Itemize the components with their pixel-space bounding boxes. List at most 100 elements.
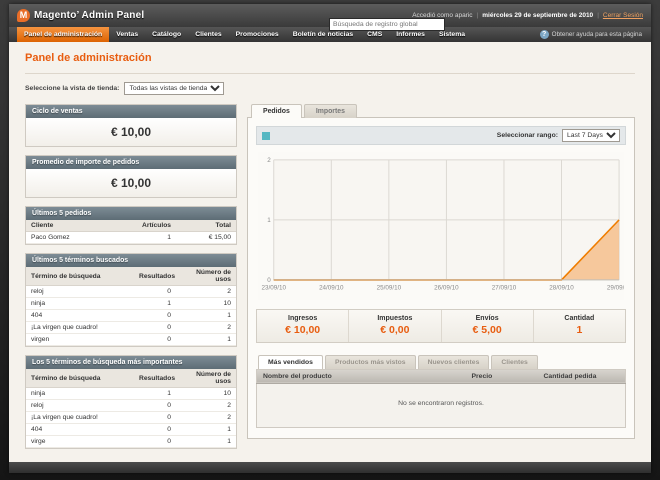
table-cell: € 15,00 bbox=[176, 231, 236, 244]
card-average-orders: Promedio de importe de pedidos € 10,00 bbox=[25, 155, 237, 198]
products-tabs: Más vendidos Productos más vistos Nuevos… bbox=[256, 354, 626, 369]
column-header: Cliente bbox=[26, 220, 134, 232]
tab-productos-mas-vistos[interactable]: Productos más vistos bbox=[324, 354, 416, 369]
nav-item-catalogo[interactable]: Catálogo bbox=[145, 27, 188, 42]
column-header: Resultados bbox=[134, 267, 176, 286]
series-legend-swatch bbox=[262, 131, 270, 140]
column-header: Número de usos bbox=[176, 369, 236, 388]
average-orders-value: € 10,00 bbox=[26, 169, 236, 197]
table-cell: 0 bbox=[134, 435, 176, 448]
table-cell: 2 bbox=[176, 399, 236, 412]
card-title: Últimos 5 términos buscados bbox=[26, 254, 236, 267]
column-header: Precio bbox=[465, 369, 538, 384]
stat-value: € 5,00 bbox=[472, 323, 502, 336]
svg-text:25/09/10: 25/09/10 bbox=[377, 285, 402, 292]
svg-text:2: 2 bbox=[267, 157, 271, 164]
svg-text:1: 1 bbox=[267, 217, 271, 224]
global-search-input[interactable] bbox=[329, 18, 445, 31]
nav-item-clientes[interactable]: Clientes bbox=[188, 27, 228, 42]
stat-ingresos: Ingresos € 10,00 bbox=[257, 310, 348, 342]
svg-text:24/09/10: 24/09/10 bbox=[319, 285, 344, 292]
top-search-table: Término de búsqueda Resultados Número de u… bbox=[26, 369, 236, 448]
card-lifetime-sales: Ciclo de ventas € 10,00 bbox=[25, 104, 237, 147]
tab-nuevos-clientes[interactable]: Nuevos clientes bbox=[417, 354, 490, 369]
svg-text:28/09/10: 28/09/10 bbox=[549, 285, 574, 292]
table-cell: 404 bbox=[26, 423, 134, 436]
table-row: virgen 0 1 bbox=[26, 333, 236, 346]
orders-chart-wrap: 0 1 2 23/09/10 24/09/10 25/09/10 26/09/10 27/09… bbox=[256, 150, 626, 300]
table-cell: 1 bbox=[176, 423, 236, 436]
table-cell: 0 bbox=[134, 333, 176, 346]
column-header: Total bbox=[176, 220, 236, 232]
table-cell: 1 bbox=[176, 333, 236, 346]
column-header: Término de búsqueda bbox=[26, 267, 134, 286]
stat-label: Envíos bbox=[475, 314, 499, 322]
table-cell: 10 bbox=[176, 297, 236, 310]
store-view-select[interactable]: Todas las vistas de tienda bbox=[124, 82, 225, 95]
table-cell: reloj bbox=[26, 285, 134, 298]
stat-value: € 0,00 bbox=[380, 323, 410, 336]
table-row: 404 0 1 bbox=[26, 309, 236, 322]
table-cell: 10 bbox=[176, 387, 236, 400]
table-cell: 2 bbox=[176, 285, 236, 298]
card-title: Promedio de importe de pedidos bbox=[26, 156, 236, 169]
help-label: Obtener ayuda para esta página bbox=[551, 31, 642, 38]
stat-label: Cantidad bbox=[564, 314, 595, 322]
range-select[interactable]: Last 7 Days bbox=[562, 129, 620, 142]
table-cell: 2 bbox=[176, 321, 236, 334]
browser-frame: M Magento’ Admin Panel Accedió como apar… bbox=[0, 0, 660, 480]
stat-impuestos: Impuestos € 0,00 bbox=[348, 309, 440, 342]
svg-text:27/09/10: 27/09/10 bbox=[492, 285, 517, 292]
svg-text:23/09/10: 23/09/10 bbox=[262, 285, 287, 292]
nav-item-panel-administracion[interactable]: Panel de administración bbox=[17, 27, 110, 42]
help-link[interactable]: ? Obtener ayuda para esta página bbox=[539, 27, 651, 42]
nav-item-ventas[interactable]: Ventas bbox=[109, 27, 145, 42]
magento-logo-icon: M bbox=[17, 9, 30, 22]
card-top-search-terms: Los 5 términos de búsqueda más important… bbox=[25, 355, 237, 449]
orders-area-chart: 0 1 2 23/09/10 24/09/10 25/09/10 26/09/10 27/09… bbox=[258, 152, 624, 300]
stat-label: Impuestos bbox=[377, 314, 413, 322]
column-header: Artículos bbox=[134, 220, 176, 232]
table-row: ninja 1 10 bbox=[26, 387, 236, 400]
table-cell: 0 bbox=[134, 411, 176, 424]
stat-value: 1 bbox=[576, 323, 583, 336]
table-row: Paco Gomez 1 € 15,00 bbox=[26, 231, 236, 244]
separator: | bbox=[597, 12, 599, 19]
admin-page: M Magento’ Admin Panel Accedió como apar… bbox=[9, 4, 651, 473]
stat-label: Ingresos bbox=[288, 314, 318, 322]
table-cell: 1 bbox=[134, 297, 176, 310]
svg-text:26/09/10: 26/09/10 bbox=[434, 285, 459, 292]
column-header: Resultados bbox=[134, 369, 176, 388]
range-label: Seleccionar rango: bbox=[496, 132, 558, 139]
table-row: reloj 0 2 bbox=[26, 399, 236, 412]
table-cell: ninja bbox=[26, 297, 134, 310]
header-date: miércoles 29 de septiembre de 2010 bbox=[482, 12, 594, 19]
tab-importes[interactable]: Importes bbox=[303, 104, 357, 118]
table-cell: 1 bbox=[134, 231, 176, 244]
chart-panel: Seleccionar rango: Last 7 Days 0 1 2 23/09/… bbox=[247, 117, 635, 439]
products-table: Nombre del producto Precio Cantidad pedida… bbox=[256, 368, 626, 428]
dashboard-left-column: Ciclo de ventas € 10,00 Promedio de impo… bbox=[25, 104, 237, 449]
table-row: ¡La virgen que cuadro! 0 2 bbox=[26, 321, 236, 334]
column-header: Nombre del producto bbox=[256, 369, 466, 384]
tab-pedidos[interactable]: Pedidos bbox=[251, 104, 302, 118]
table-cell: 1 bbox=[176, 435, 236, 448]
last-orders-table: Cliente Artículos Total Paco Gomez 1 € 15,00 bbox=[26, 220, 236, 244]
dashboard: Ciclo de ventas € 10,00 Promedio de impo… bbox=[25, 104, 635, 449]
card-last-orders: Últimos 5 pedidos Cliente Artículos Total … bbox=[25, 206, 237, 245]
empty-message: No se encontraron registros. bbox=[256, 383, 626, 428]
svg-text:0: 0 bbox=[267, 277, 271, 284]
table-header-row: Término de búsqueda Resultados Número de u… bbox=[26, 267, 236, 286]
table-cell: 0 bbox=[134, 423, 176, 436]
table-cell: 0 bbox=[134, 399, 176, 412]
table-cell: 0 bbox=[134, 321, 176, 334]
tab-mas-vendidos[interactable]: Más vendidos bbox=[258, 354, 323, 369]
table-row: 404 0 1 bbox=[26, 423, 236, 436]
table-header-row: Cliente Artículos Total bbox=[26, 220, 236, 232]
table-cell: ¡La virgen que cuadro! bbox=[26, 321, 134, 334]
nav-item-promociones[interactable]: Promociones bbox=[229, 27, 286, 42]
separator: | bbox=[476, 12, 479, 19]
tab-clientes[interactable]: Clientes bbox=[491, 354, 538, 369]
dashboard-right-column: Pedidos Importes Seleccionar rango: Last… bbox=[247, 104, 635, 439]
logout-link[interactable]: Cerrar Sesión bbox=[603, 12, 643, 19]
